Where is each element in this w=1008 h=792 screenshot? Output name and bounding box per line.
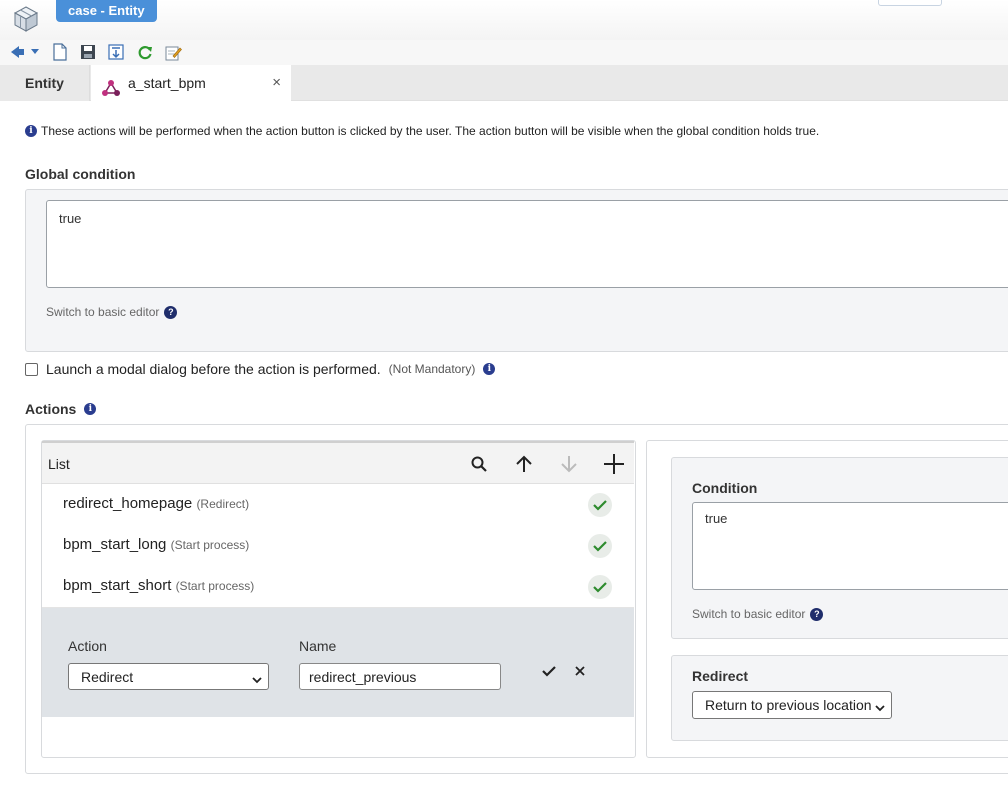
tab-entity-label: Entity [25,75,64,91]
action-type: (Start process) [175,579,255,593]
tab-bar: Entity a_start_bpm × [0,65,1008,101]
check-icon [588,493,612,517]
condition-switch-editor-link[interactable]: Switch to basic editor ? [692,607,824,621]
redirect-value: Return to previous location [705,697,872,713]
list-item[interactable]: redirect_homepage (Redirect) [42,484,634,526]
modal-dialog-label: Launch a modal dialog before the action … [46,361,381,377]
cancel-icon[interactable] [571,662,589,680]
list-header: List [42,441,634,484]
top-widget[interactable] [878,0,942,6]
switch-editor-label: Switch to basic editor [692,607,806,621]
info-text: These actions will be performed when the… [41,124,820,138]
add-icon[interactable] [602,452,626,476]
global-condition-label: Global condition [25,166,136,182]
tab-entity[interactable]: Entity [0,65,90,101]
chevron-down-icon [252,672,262,684]
confirm-icon[interactable] [540,662,558,680]
action-name: bpm_start_long (Start process) [63,536,250,553]
chevron-down-icon [875,700,885,712]
redirect-label: Redirect [692,668,749,684]
list-item[interactable]: bpm_start_long (Start process) [42,525,634,567]
info-icon[interactable]: i [483,363,496,375]
action-list: List redirect_homepage (Redirect) bpm_st… [42,441,634,717]
export-icon[interactable] [107,43,125,61]
check-icon [588,575,612,599]
action-type-value: Redirect [81,669,134,685]
tab-a-start-bpm[interactable]: a_start_bpm × [91,65,291,101]
action-type: (Redirect) [196,497,250,511]
info-message: i These actions will be performed when t… [25,124,819,138]
redirect-select[interactable]: Return to previous location [692,691,892,719]
help-icon[interactable]: ? [164,305,178,319]
info-icon[interactable]: i [84,403,97,415]
check-icon [588,534,612,558]
global-switch-editor-link[interactable]: Switch to basic editor ? [46,305,178,319]
action-type: (Start process) [170,538,250,552]
process-icon [101,74,121,96]
help-icon[interactable]: ? [810,607,824,621]
edit-icon[interactable] [164,43,182,61]
switch-editor-label: Switch to basic editor [46,305,160,319]
actions-label: Actions [25,401,77,417]
back-menu-icon[interactable] [9,43,27,61]
global-condition-editor[interactable]: true [46,200,1008,288]
tab-label: a_start_bpm [128,75,206,91]
condition-editor[interactable]: true [692,502,1008,590]
action-type-select[interactable]: Redirect [68,663,269,690]
window-title[interactable]: case - Entity [56,0,157,22]
toolbar [0,40,1008,65]
action-name: bpm_start_short (Start process) [63,577,255,594]
modal-dialog-option: Launch a modal dialog before the action … [25,361,496,377]
condition-label: Condition [692,480,758,496]
action-name-input[interactable]: redirect_previous [299,663,501,690]
list-item[interactable]: bpm_start_short (Start process) [42,566,634,608]
close-icon[interactable]: × [272,65,281,101]
save-icon[interactable] [79,43,97,61]
new-document-icon[interactable] [51,43,69,61]
search-icon[interactable] [467,452,491,476]
modal-dialog-checkbox[interactable] [25,362,38,376]
info-icon: i [25,125,37,137]
move-up-icon[interactable] [512,452,536,476]
action-name: redirect_homepage (Redirect) [63,495,250,512]
not-mandatory-note: (Not Mandatory) [388,362,476,376]
action-edit-row: Action Redirect Name redirect_previous [42,608,634,717]
actions-heading: Actions i [25,401,97,417]
name-field-label: Name [299,638,337,654]
list-title: List [48,456,70,472]
title-bar: case - Entity [0,0,1008,40]
move-down-icon[interactable] [557,452,581,476]
action-field-label: Action [68,638,107,654]
chevron-down-icon[interactable] [30,43,40,61]
cube-app-icon [12,5,40,33]
refresh-icon[interactable] [136,43,154,61]
